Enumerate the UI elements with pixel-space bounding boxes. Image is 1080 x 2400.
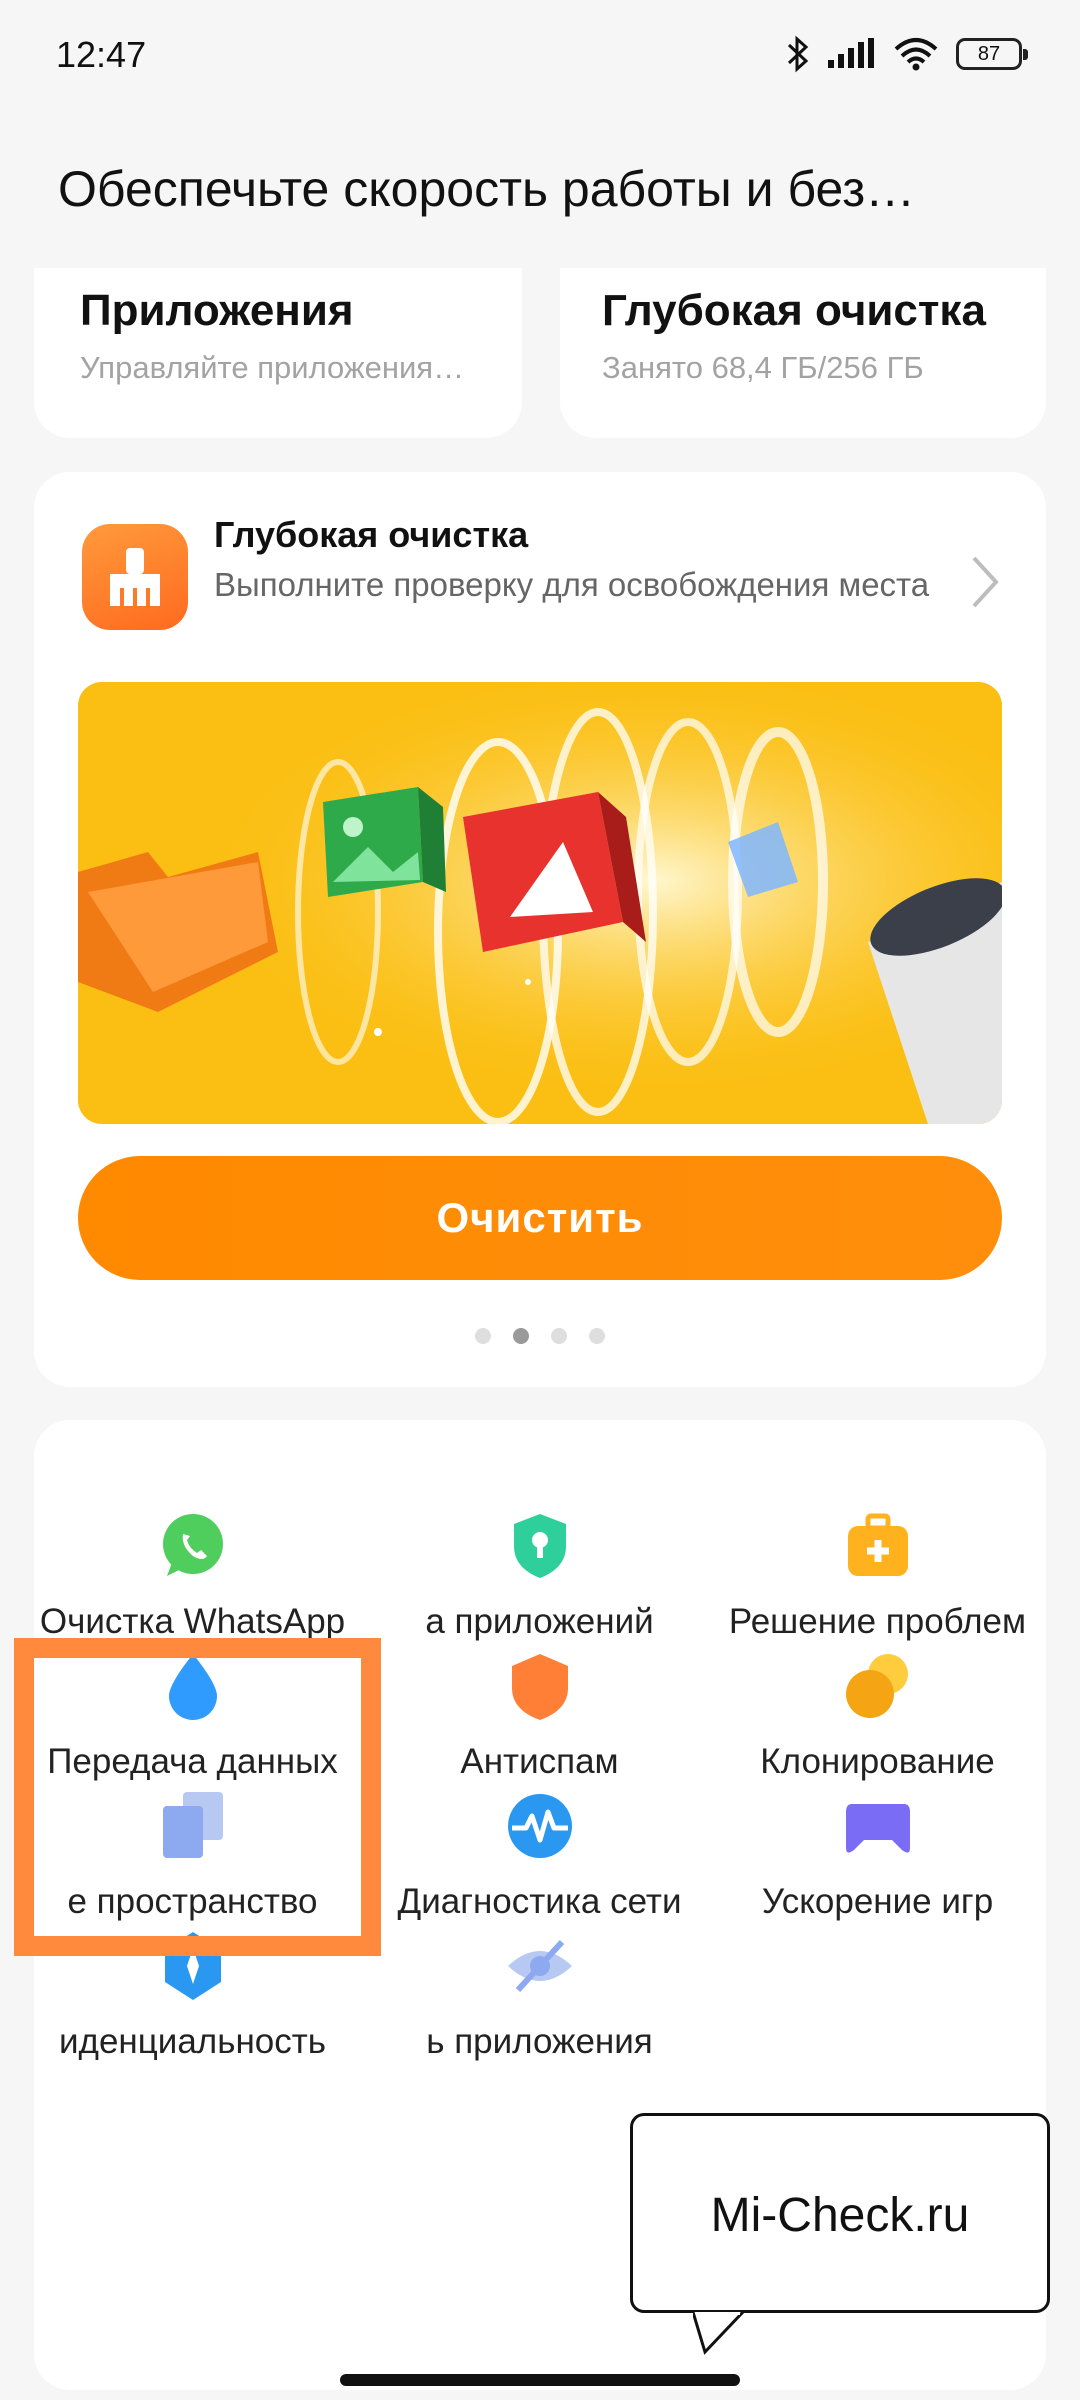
bluetooth-icon	[787, 35, 809, 73]
tool-game-turbo[interactable]: Ускорение игр	[709, 1790, 1046, 1990]
pagination-dot[interactable]	[551, 1328, 567, 1344]
promo-card: Глубокая очистка Выполните проверку для …	[34, 472, 1046, 1387]
chevron-right-icon	[972, 556, 999, 608]
deep-clean-card-subtitle: Занято 68,4 ГБ/256 ГБ	[602, 350, 924, 385]
deep-clean-card[interactable]: Глубокая очистка Занято 68,4 ГБ/256 ГБ	[560, 268, 1046, 438]
tool-label: Очистка WhatsApp	[39, 1602, 346, 1641]
shield-lock-icon	[513, 1514, 566, 1578]
status-time: 12:47	[56, 34, 147, 75]
whatsapp-icon	[162, 1514, 223, 1576]
hidden-eye-icon	[507, 1939, 572, 1993]
network-pulse-icon	[507, 1794, 572, 1858]
pagination-dot[interactable]	[475, 1328, 491, 1344]
promo-title: Глубокая очистка	[214, 514, 529, 555]
page-title: Обеспечьте скорость работы и без…	[58, 161, 916, 217]
tool-label: ь приложения	[426, 2022, 653, 2061]
home-indicator[interactable]	[340, 2374, 740, 2386]
apps-card-title: Приложения	[80, 286, 354, 335]
tool-label: Клонирование	[760, 1742, 995, 1781]
status-icons: 87	[786, 34, 1028, 74]
tool-privacy[interactable]: иденциальность	[34, 1930, 361, 2130]
battery-icon: 87	[956, 38, 1028, 70]
clean-button[interactable]: Очистить	[78, 1156, 1002, 1280]
shield-icon	[511, 1654, 568, 1720]
tool-label: Диагностика сети	[397, 1882, 682, 1921]
gamepad-icon	[845, 1804, 910, 1853]
promo-description: Выполните проверку для освобождения мест…	[214, 566, 930, 603]
first-aid-kit-icon	[847, 1513, 908, 1576]
wifi-icon	[894, 38, 938, 71]
apps-card-subtitle: Управляйте приложения…	[80, 350, 465, 385]
tool-label: Антиспам	[460, 1742, 619, 1781]
promo-banner-image	[78, 682, 1002, 1124]
deep-clean-card-title: Глубокая очистка	[602, 286, 986, 335]
signal-icon	[828, 38, 874, 68]
pagination-dots	[34, 1328, 1046, 1344]
speech-bubble-tail	[693, 2312, 745, 2355]
highlight-frame	[14, 1638, 381, 1956]
tool-label: Ускорение игр	[761, 1882, 994, 1921]
pagination-dot[interactable]	[589, 1328, 605, 1344]
pagination-dot-active[interactable]	[513, 1328, 529, 1344]
watermark-text: Mi-Check.ru	[710, 2189, 970, 2242]
tool-hidden-apps[interactable]: ь приложения	[371, 1930, 708, 2130]
broom-icon	[82, 524, 188, 630]
watermark-bubble: Mi-Check.ru	[630, 2113, 1050, 2355]
tool-label: иденциальность	[58, 2022, 327, 2061]
battery-level: 87	[977, 42, 1001, 65]
status-bar: 12:47 87	[0, 0, 1080, 110]
tool-label: а приложений	[425, 1602, 654, 1641]
apps-card[interactable]: Приложения Управляйте приложения…	[34, 268, 522, 438]
clone-circles-icon	[845, 1654, 908, 1718]
tool-label: Решение проблем	[728, 1602, 1027, 1641]
